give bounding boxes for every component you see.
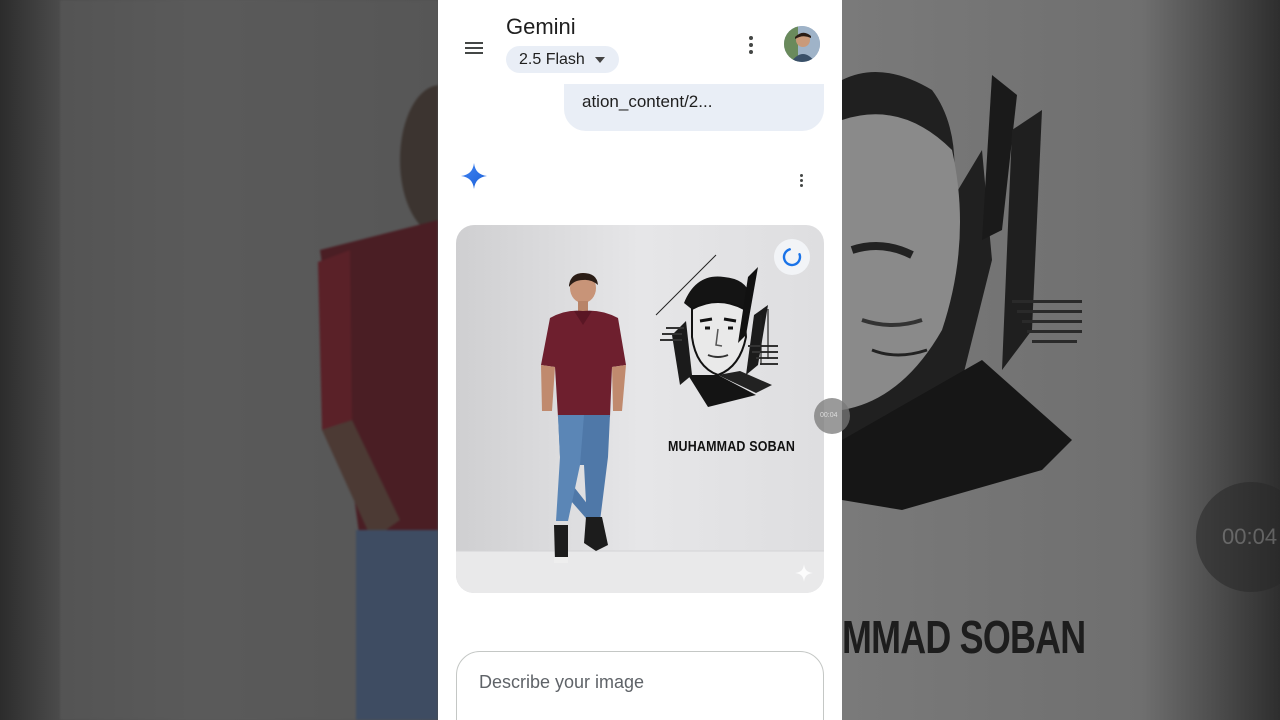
video-timer-badge: 00:04	[814, 398, 850, 434]
more-vert-icon	[799, 173, 803, 177]
more-vert-dot	[799, 178, 803, 182]
user-message-text: ation_content/2...	[582, 92, 713, 111]
more-vert-dot	[749, 43, 753, 47]
generated-image-content	[456, 225, 824, 593]
prompt-composer[interactable]	[456, 651, 824, 720]
menu-button[interactable]	[462, 36, 486, 60]
generated-image[interactable]: MUHAMMAD SOBAN	[456, 225, 824, 593]
gemini-app-screen: Gemini 2.5 Flash ation_content/2... MUHA…	[438, 0, 842, 720]
more-vert-dot	[799, 183, 803, 187]
more-vert-icon	[749, 36, 753, 40]
background-left-panel	[0, 0, 438, 720]
image-name-text: MUHAMMAD SOBAN	[668, 439, 796, 455]
avatar[interactable]	[784, 26, 820, 62]
more-options-button[interactable]	[741, 32, 761, 58]
prompt-input[interactable]	[479, 672, 799, 693]
caret-down-icon	[594, 56, 605, 63]
gemini-sparkle-icon	[461, 163, 487, 189]
image-loading-indicator	[774, 239, 810, 275]
model-selector[interactable]: 2.5 Flash	[506, 46, 619, 73]
avatar-photo	[784, 26, 820, 62]
more-vert-dot	[749, 50, 753, 54]
menu-icon	[465, 42, 483, 54]
app-header: Gemini 2.5 Flash	[438, 0, 842, 84]
loading-spinner-icon	[782, 247, 802, 267]
background-person-figure	[60, 0, 438, 720]
response-more-button[interactable]	[795, 172, 807, 188]
app-title: Gemini	[506, 14, 576, 39]
background-name-text: MMAD SOBAN	[842, 611, 1086, 663]
model-label: 2.5 Flash	[519, 50, 585, 68]
user-message-bubble: ation_content/2...	[564, 84, 824, 131]
sparkle-watermark-icon	[795, 564, 813, 582]
